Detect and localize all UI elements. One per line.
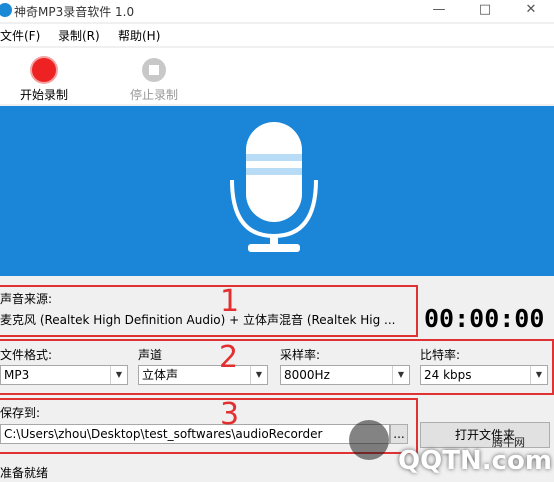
annotation-box-1 <box>0 285 418 337</box>
watermark-logo <box>349 420 389 460</box>
watermark-brand: QQTN.com <box>398 446 552 476</box>
minimize-button[interactable]: — <box>416 0 462 22</box>
open-folder-button[interactable]: 打开文件夹 <box>420 422 550 448</box>
menu-file[interactable]: 文件(F) <box>0 27 40 44</box>
window-title: 神奇MP3录音软件 1.0 <box>14 5 135 19</box>
microphone-icon <box>230 122 318 252</box>
close-button[interactable]: ✕ <box>508 0 554 22</box>
annotation-number-2: 2 <box>219 340 239 375</box>
annotation-number-1: 1 <box>220 284 240 319</box>
stop-record-button[interactable]: 停止录制 <box>116 54 192 102</box>
record-icon <box>32 58 56 82</box>
stop-record-label: 停止录制 <box>129 88 178 102</box>
app-icon <box>0 3 12 17</box>
maximize-button[interactable]: □ <box>462 0 508 22</box>
microphone-banner <box>0 106 554 276</box>
menu-help[interactable]: 帮助(H) <box>118 27 160 44</box>
annotation-box-2 <box>0 339 554 395</box>
start-record-button[interactable]: 开始录制 <box>6 54 82 102</box>
menu-bar: 文件(F) 录制(R) 帮助(H) <box>0 24 554 46</box>
start-record-label: 开始录制 <box>19 88 68 102</box>
annotation-number-3: 3 <box>220 397 240 432</box>
record-timer: 00:00:00 <box>424 304 545 333</box>
stop-icon <box>142 58 166 82</box>
title-bar: 神奇MP3录音软件 1.0 — □ ✕ <box>0 0 554 22</box>
status-text: 准备就绪 <box>0 466 49 480</box>
menu-record[interactable]: 录制(R) <box>58 27 100 44</box>
toolbar: 开始录制 停止录制 <box>0 48 554 104</box>
